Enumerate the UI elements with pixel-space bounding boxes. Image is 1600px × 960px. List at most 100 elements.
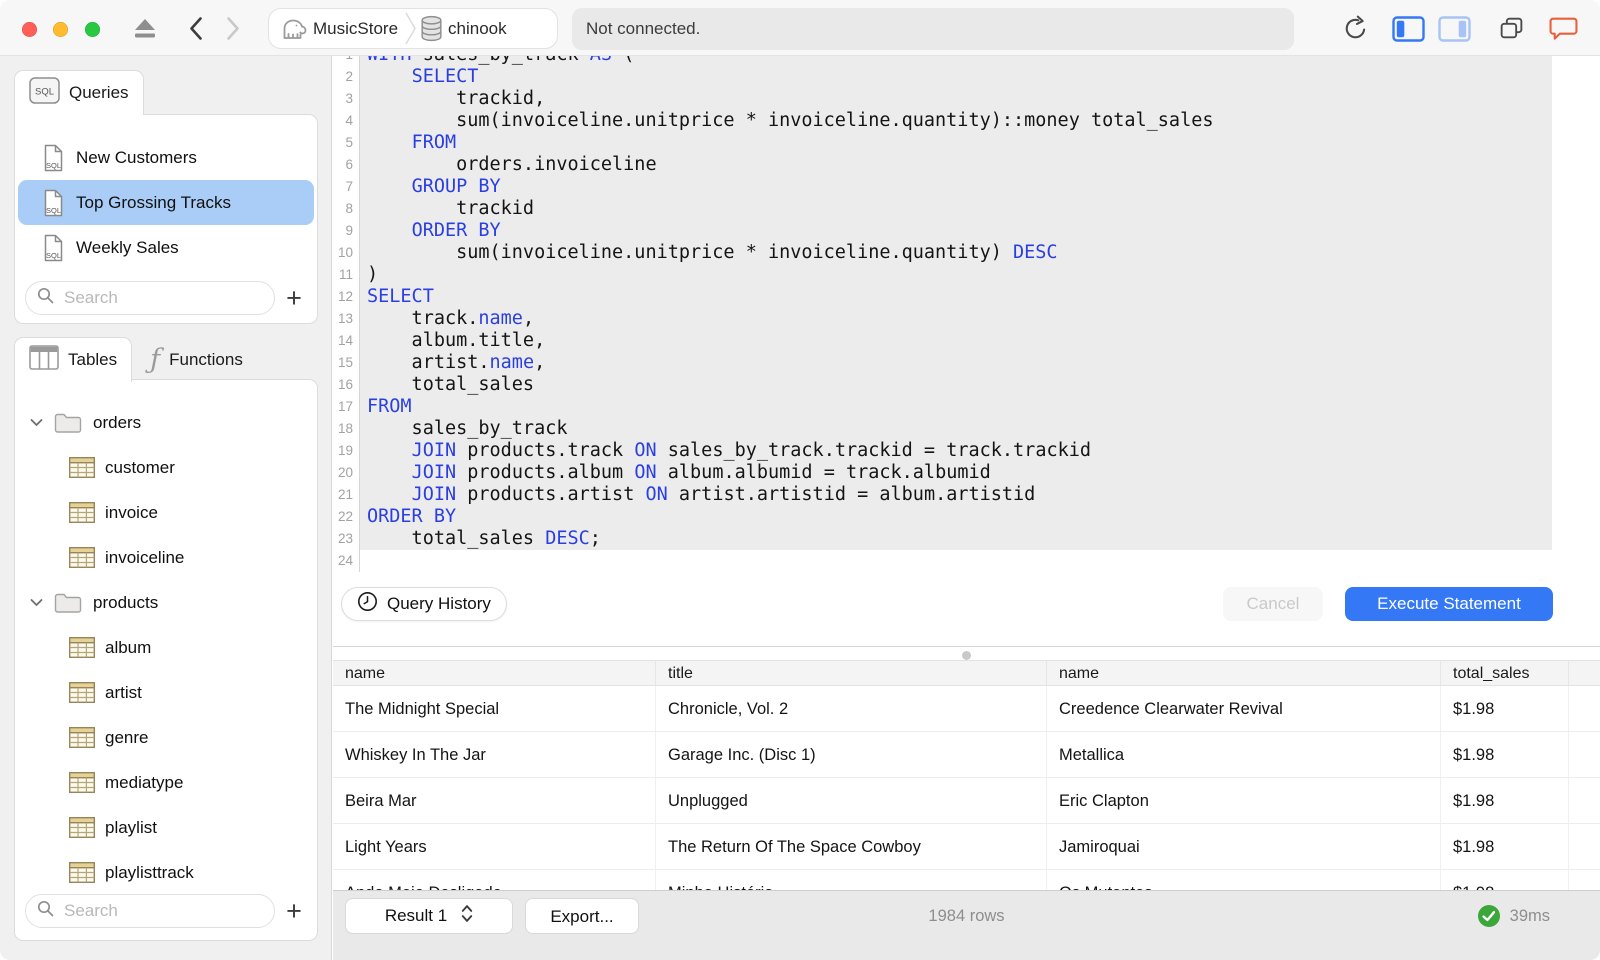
query-list-item[interactable]: SQL Top Grossing Tracks xyxy=(18,180,314,225)
code-line[interactable]: 15 artist.name, xyxy=(333,352,1600,374)
results-cell[interactable]: Unplugged xyxy=(656,778,1047,824)
code-line[interactable]: 22 ORDER BY xyxy=(333,506,1600,528)
results-cell[interactable]: Os Mutantes xyxy=(1047,870,1441,890)
results-row[interactable]: Light Years The Return Of The Space Cowbo… xyxy=(333,824,1600,870)
results-row[interactable]: The Midnight Special Chronicle, Vol. 2 Cre… xyxy=(333,686,1600,732)
code-line[interactable]: 10 sum(invoiceline.unitprice * invoiceli… xyxy=(333,242,1600,264)
execute-statement-button[interactable]: Execute Statement xyxy=(1345,587,1553,621)
back-button[interactable] xyxy=(188,16,203,41)
code-line[interactable]: 1WITH sales_by_track AS ( xyxy=(333,56,1600,66)
results-cell[interactable]: Whiskey In The Jar xyxy=(333,732,656,778)
close-window-button[interactable] xyxy=(22,22,37,37)
code-line[interactable]: 23 total_sales DESC; xyxy=(333,528,1600,550)
results-cell[interactable]: $1.98 xyxy=(1441,870,1569,890)
code-line[interactable]: 13 track.name, xyxy=(333,308,1600,330)
tab-tables[interactable]: Tables xyxy=(14,337,133,382)
results-cell[interactable]: Chronicle, Vol. 2 xyxy=(656,686,1047,732)
schema-tree-table[interactable]: playlist xyxy=(15,805,317,850)
splitter-handle[interactable] xyxy=(962,651,971,660)
tables-search-field[interactable] xyxy=(25,894,275,928)
code-line[interactable]: 6 orders.invoiceline xyxy=(333,154,1600,176)
schema-tree-folder[interactable]: products xyxy=(15,580,317,625)
add-query-button[interactable]: + xyxy=(279,283,309,313)
code-line[interactable]: 20 JOIN products.album ON album.albumid … xyxy=(333,462,1600,484)
code-line[interactable]: 19 JOIN products.track ON sales_by_track… xyxy=(333,440,1600,462)
results-cell[interactable]: $1.98 xyxy=(1441,824,1569,870)
results-header-cell[interactable]: title xyxy=(656,660,1047,686)
code-line[interactable]: 14 album.title, xyxy=(333,330,1600,352)
sql-editor[interactable]: 1WITH sales_by_track AS (2 SELECT3 track… xyxy=(333,56,1600,646)
results-cell[interactable]: Garage Inc. (Disc 1) xyxy=(656,732,1047,778)
chevron-down-icon[interactable] xyxy=(30,598,43,607)
queries-search-field[interactable] xyxy=(25,281,275,315)
results-cell[interactable]: The Midnight Special xyxy=(333,686,656,732)
breadcrumb[interactable]: MusicStore chinook xyxy=(268,8,558,49)
code-line[interactable]: 9 ORDER BY xyxy=(333,220,1600,242)
code-line[interactable]: 3 trackid, xyxy=(333,88,1600,110)
zoom-window-button[interactable] xyxy=(85,22,100,37)
tab-queries-label: Queries xyxy=(69,83,129,102)
cancel-button[interactable]: Cancel xyxy=(1223,587,1323,621)
schema-tree-folder[interactable]: orders xyxy=(15,400,317,445)
refresh-icon[interactable] xyxy=(1342,15,1369,42)
toggle-left-sidebar-icon[interactable] xyxy=(1392,16,1425,42)
query-list-item[interactable]: SQL Weekly Sales xyxy=(15,225,317,270)
server-name[interactable]: MusicStore xyxy=(313,19,398,39)
code-line[interactable]: 12 SELECT xyxy=(333,286,1600,308)
tab-functions[interactable]: ƒ Functions xyxy=(132,337,261,382)
results-cell[interactable]: Light Years xyxy=(333,824,656,870)
schema-tree-table[interactable]: artist xyxy=(15,670,317,715)
results-cell[interactable]: $1.98 xyxy=(1441,778,1569,824)
code-line[interactable]: 17 FROM xyxy=(333,396,1600,418)
code-line[interactable]: 21 JOIN products.artist ON artist.artist… xyxy=(333,484,1600,506)
results-cell[interactable]: Minha História xyxy=(656,870,1047,890)
code-line[interactable]: 2 SELECT xyxy=(333,66,1600,88)
results-header-cell[interactable]: total_sales xyxy=(1441,660,1569,686)
tab-queries[interactable]: SQL Queries xyxy=(14,70,144,115)
code-line[interactable]: 24 xyxy=(333,550,1600,572)
results-cell[interactable]: Beira Mar xyxy=(333,778,656,824)
results-row[interactable]: Ando Meio DesligadoMinha HistóriaOs Muta… xyxy=(333,870,1600,890)
schema-tree-table[interactable]: invoiceline xyxy=(15,535,317,580)
results-cell[interactable]: Eric Clapton xyxy=(1047,778,1441,824)
schema-tree-table[interactable]: playlisttrack xyxy=(15,850,317,895)
code-area[interactable]: 1WITH sales_by_track AS (2 SELECT3 track… xyxy=(333,56,1600,572)
results-cell[interactable]: Ando Meio Desligado xyxy=(333,870,656,890)
results-header-cell[interactable]: name xyxy=(333,660,656,686)
query-list-item[interactable]: SQL New Customers xyxy=(15,135,317,180)
results-cell[interactable]: $1.98 xyxy=(1441,732,1569,778)
code-line[interactable]: 5 FROM xyxy=(333,132,1600,154)
schema-tree-table[interactable]: mediatype xyxy=(15,760,317,805)
results-header-cell[interactable]: name xyxy=(1047,660,1441,686)
results-cell[interactable]: Metallica xyxy=(1047,732,1441,778)
code-line[interactable]: 16 total_sales xyxy=(333,374,1600,396)
schema-tree-table[interactable]: album xyxy=(15,625,317,670)
results-cell[interactable]: The Return Of The Space Cowboy xyxy=(656,824,1047,870)
forward-button[interactable] xyxy=(226,16,241,41)
tables-search-input[interactable] xyxy=(62,900,263,922)
add-table-button[interactable]: + xyxy=(279,896,309,926)
pane-splitter[interactable] xyxy=(333,646,1600,660)
schema-tree-table[interactable]: customer xyxy=(15,445,317,490)
results-row[interactable]: Beira Mar Unplugged Eric Clapton $1.98 xyxy=(333,778,1600,824)
eject-disconnect-icon[interactable] xyxy=(132,17,158,39)
query-history-button[interactable]: Query History xyxy=(341,587,507,621)
code-line[interactable]: 7 GROUP BY xyxy=(333,176,1600,198)
results-cell[interactable]: $1.98 xyxy=(1441,686,1569,732)
toggle-right-sidebar-icon[interactable] xyxy=(1438,16,1471,42)
code-line[interactable]: 18 sales_by_track xyxy=(333,418,1600,440)
results-cell[interactable]: Jamiroquai xyxy=(1047,824,1441,870)
database-name[interactable]: chinook xyxy=(448,19,507,39)
code-line[interactable]: 8 trackid xyxy=(333,198,1600,220)
windows-icon[interactable] xyxy=(1498,15,1525,42)
minimize-window-button[interactable] xyxy=(53,22,68,37)
feedback-chat-icon[interactable] xyxy=(1549,15,1578,42)
schema-tree-table[interactable]: genre xyxy=(15,715,317,760)
chevron-down-icon[interactable] xyxy=(30,418,43,427)
results-row[interactable]: Whiskey In The Jar Garage Inc. (Disc 1) Me… xyxy=(333,732,1600,778)
results-cell[interactable]: Creedence Clearwater Revival xyxy=(1047,686,1441,732)
schema-tree-table[interactable]: invoice xyxy=(15,490,317,535)
queries-search-input[interactable] xyxy=(62,287,263,309)
code-line[interactable]: 11) xyxy=(333,264,1600,286)
code-line[interactable]: 4 sum(invoiceline.unitprice * invoicelin… xyxy=(333,110,1600,132)
